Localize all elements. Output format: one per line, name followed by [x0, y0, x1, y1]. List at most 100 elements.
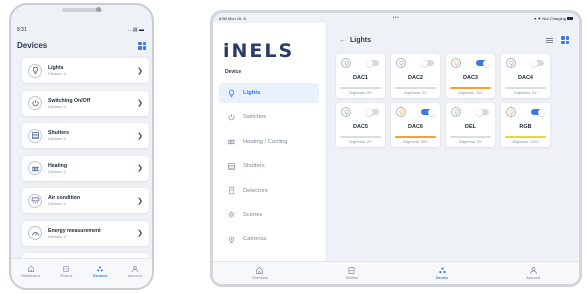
- nav-dashboard[interactable]: Dashboard: [21, 265, 40, 278]
- brightness-bar[interactable]: [395, 87, 436, 89]
- radiator-icon: [31, 166, 39, 171]
- light-name: DAC6: [408, 124, 423, 130]
- brightness-text: Brightness: 100%: [512, 140, 539, 144]
- category-name: Lights: [48, 65, 64, 71]
- category-text: Energy measurement Devices: 4: [48, 228, 137, 239]
- light-tile-dac6[interactable]: DAC6 Brightness: 50%: [391, 103, 440, 147]
- light-tile-dac3[interactable]: DAC3 Brightness: 20%: [446, 54, 495, 98]
- sidebar-item-switches[interactable]: Switches: [219, 107, 319, 127]
- nav-account[interactable]: Account: [526, 266, 540, 280]
- status-battery: ▾ ▼ Not Charging: [534, 16, 573, 21]
- brightness-bar[interactable]: [505, 136, 546, 138]
- grid-view-icon[interactable]: [561, 36, 569, 44]
- sidebar: iNELS Device Lights Switches Heating / Coo…: [213, 23, 325, 261]
- inels-logo: iNELS: [223, 40, 295, 62]
- category-text: Shutters Devices: 2: [48, 130, 137, 141]
- brightness-bar[interactable]: [450, 136, 491, 138]
- brightness-bar-fill: [505, 136, 546, 138]
- bulb-icon: [32, 66, 38, 75]
- category-icon-wrap: [28, 128, 42, 143]
- sidebar-item-heating-cooling[interactable]: Heating / Cooling: [219, 132, 319, 152]
- nav-label: Device: [435, 276, 449, 280]
- category-card-energy-measurement[interactable]: Energy measurement Devices: 4 ❯: [22, 220, 149, 246]
- brightness-bar[interactable]: [395, 136, 436, 138]
- light-tile-del[interactable]: DEL Brightness: 0%: [446, 103, 495, 147]
- multitask-dots[interactable]: •••: [393, 15, 400, 21]
- sidebar-item-scenes[interactable]: Scenes: [219, 205, 319, 225]
- main-content: ← Lights DAC1 Brightness: 0% DAC2 Brightness…: [325, 23, 579, 261]
- power-toggle[interactable]: [475, 108, 489, 116]
- back-button[interactable]: ← Lights: [339, 37, 371, 44]
- light-tile-dac5[interactable]: DAC5 Brightness: 0%: [336, 103, 385, 147]
- bottom-nav: Overview Rooms Device Account: [213, 261, 579, 284]
- nav-rooms[interactable]: Rooms: [346, 266, 358, 280]
- brightness-bar[interactable]: [340, 87, 381, 89]
- category-icon-wrap: [28, 193, 42, 208]
- account-icon: [529, 267, 537, 274]
- view-switcher: [546, 36, 569, 44]
- brightness-text: Brightness: 0%: [514, 91, 537, 95]
- category-card-lights[interactable]: Lights Devices: 4 ❯: [22, 58, 149, 83]
- bulb-icon-wrap: [396, 107, 406, 117]
- category-count: Devices: 4: [48, 202, 66, 206]
- power-toggle[interactable]: [365, 108, 379, 116]
- air-condition-icon: [31, 197, 39, 204]
- category-card-shutters[interactable]: Shutters Devices: 2 ❯: [22, 123, 149, 148]
- sidebar-item-detectors[interactable]: Detectors: [219, 181, 319, 201]
- power-toggle[interactable]: [420, 59, 434, 67]
- nav-label: Account: [127, 274, 142, 278]
- light-tile-dac4[interactable]: DAC4 Brightness: 0%: [501, 54, 550, 98]
- brightness-text: Brightness: 0%: [404, 91, 427, 95]
- power-toggle[interactable]: [365, 59, 379, 67]
- bulb-icon: [453, 60, 459, 67]
- sidebar-item-cameras[interactable]: Cameras: [219, 229, 319, 249]
- power-toggle[interactable]: [531, 108, 545, 116]
- light-name: DAC1: [353, 75, 368, 81]
- light-tile-dac1[interactable]: DAC1 Brightness: 0%: [336, 54, 385, 98]
- category-count: Devices: 4: [48, 72, 66, 76]
- nav-devices[interactable]: Devices: [93, 265, 107, 278]
- bulb-icon: [453, 109, 459, 116]
- brightness-text: Brightness: 0%: [349, 140, 372, 144]
- category-icon-wrap: [28, 226, 42, 240]
- grid-view-icon[interactable]: [138, 41, 146, 50]
- nav-account[interactable]: Account: [128, 265, 142, 278]
- room-icon: [348, 267, 355, 274]
- sidebar-item-label: Detectors: [243, 187, 268, 194]
- nav-rooms[interactable]: Rooms: [60, 265, 72, 278]
- phone-status-bar: 8:31 …▤ ▬: [17, 27, 144, 33]
- bulb-icon: [508, 60, 514, 67]
- brightness-bar[interactable]: [340, 136, 381, 138]
- sidebar-item-lights[interactable]: Lights: [219, 83, 319, 103]
- power-toggle[interactable]: [476, 59, 490, 67]
- battery-icon: [567, 17, 573, 21]
- category-count: Devices: 4: [48, 234, 66, 239]
- category-card-switching-on-off[interactable]: Switching On/Off Devices: 4 ❯: [22, 90, 149, 116]
- brightness-bar[interactable]: [450, 87, 491, 89]
- bulb-icon: [343, 60, 349, 67]
- light-tile-rgb[interactable]: RGB Brightness: 100%: [501, 103, 550, 147]
- gauge-icon: [31, 231, 39, 236]
- category-card-air-condition[interactable]: Air condition Devices: 4 ❯: [22, 188, 149, 213]
- bulb-icon: [228, 89, 235, 97]
- bulb-icon-wrap: [451, 58, 461, 68]
- brightness-text: Brightness: 50%: [403, 140, 428, 144]
- light-tile-dac2[interactable]: DAC2 Brightness: 0%: [391, 54, 440, 98]
- bulb-icon-wrap: [341, 107, 351, 117]
- brightness-bar-fill: [395, 136, 436, 138]
- power-toggle[interactable]: [421, 108, 435, 116]
- bulb-icon-wrap: [506, 107, 516, 117]
- chevron-right-icon: ❯: [137, 230, 143, 237]
- light-name: DEL: [465, 124, 476, 130]
- brightness-bar[interactable]: [505, 87, 546, 89]
- camera-icon: [228, 236, 235, 243]
- nav-device[interactable]: Device: [436, 266, 448, 280]
- list-view-icon[interactable]: [546, 37, 553, 43]
- category-name: Air condition: [48, 195, 80, 201]
- power-icon: [228, 114, 235, 121]
- category-card-heating[interactable]: Heating Devices: 2 ❯: [22, 155, 149, 181]
- sidebar-item-shutters[interactable]: Shutters: [219, 156, 319, 176]
- nav-overview[interactable]: Overview: [252, 266, 268, 280]
- power-toggle[interactable]: [530, 59, 544, 67]
- bottom-nav: Dashboard Rooms Devices Account: [11, 258, 152, 288]
